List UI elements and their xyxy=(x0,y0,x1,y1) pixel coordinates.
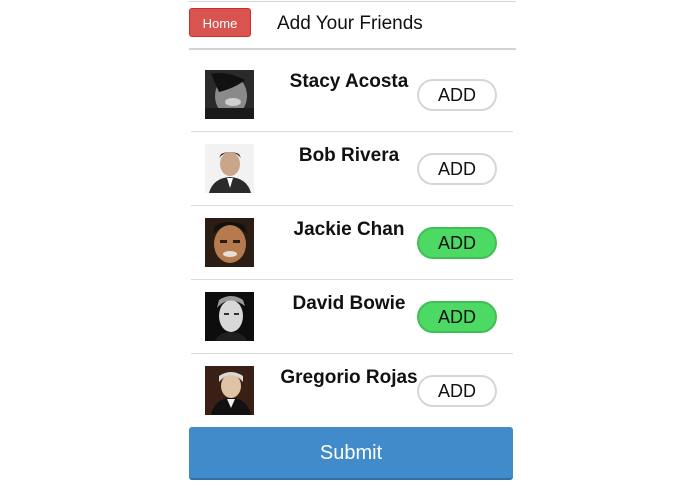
friend-row: Stacy Acosta ADD xyxy=(191,58,513,132)
friend-row: Bob Rivera ADD xyxy=(191,132,513,206)
friend-name: Stacy Acosta xyxy=(289,71,409,92)
add-button[interactable]: ADD xyxy=(417,79,497,111)
friend-list: Stacy Acosta ADD Bob Rivera ADD Jackie C… xyxy=(191,58,513,427)
add-button[interactable]: ADD xyxy=(417,227,497,259)
friend-row: Jackie Chan ADD xyxy=(191,206,513,280)
page-title: Add Your Friends xyxy=(277,13,423,34)
add-button[interactable]: ADD xyxy=(417,375,497,407)
header-bar: Home Add Your Friends xyxy=(189,0,516,50)
stacy-acosta-photo xyxy=(205,70,254,119)
friend-name: Bob Rivera xyxy=(298,145,400,166)
add-button[interactable]: ADD xyxy=(417,301,497,333)
friend-row: Gregorio Rojas ADD xyxy=(191,354,513,427)
submit-button[interactable]: Submit xyxy=(189,427,513,480)
friend-name: Gregorio Rojas xyxy=(280,367,418,388)
avatar xyxy=(205,292,254,341)
david-bowie-photo xyxy=(205,292,254,341)
avatar xyxy=(205,144,254,193)
jackie-chan-photo xyxy=(205,218,254,267)
avatar xyxy=(205,218,254,267)
avatar xyxy=(205,366,254,415)
friend-name: David Bowie xyxy=(292,293,406,314)
app-container: Home Add Your Friends Stacy Acosta ADD B… xyxy=(189,0,516,494)
friend-name: Jackie Chan xyxy=(293,219,405,240)
avatar xyxy=(205,70,254,119)
add-button[interactable]: ADD xyxy=(417,153,497,185)
bob-rivera-photo xyxy=(205,144,254,193)
home-button[interactable]: Home xyxy=(189,8,251,37)
friend-row: David Bowie ADD xyxy=(191,280,513,354)
gregorio-rojas-photo xyxy=(205,366,254,415)
